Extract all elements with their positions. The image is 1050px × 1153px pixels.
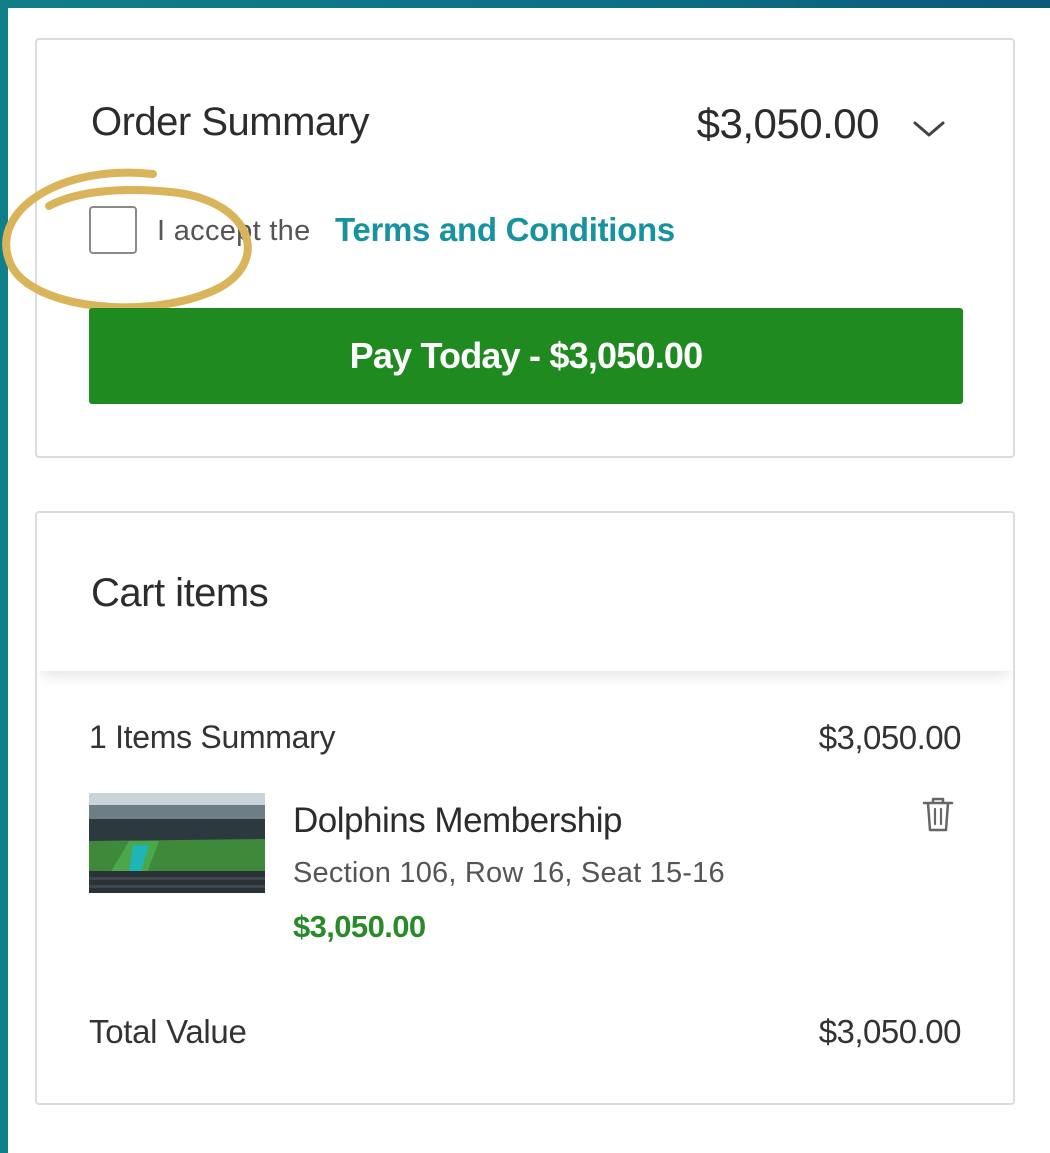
- cart-title: Cart items: [91, 571, 269, 615]
- items-summary-total: $3,050.00: [818, 719, 962, 756]
- order-summary-title: Order Summary: [91, 100, 370, 144]
- items-summary-label: 1 Items Summary: [89, 719, 336, 755]
- order-summary-total: $3,050.00: [696, 100, 880, 147]
- stadium-image: [89, 793, 265, 893]
- chevron-down-icon[interactable]: [909, 115, 949, 141]
- total-value-label: Total Value: [89, 1013, 247, 1050]
- terms-checkbox[interactable]: [89, 206, 137, 254]
- terms-and-conditions-link[interactable]: Terms and Conditions: [335, 211, 675, 249]
- cart-header: Cart items: [37, 513, 1013, 671]
- checkout-panel: Order Summary $3,050.00 I accept the Ter…: [2, 8, 1050, 1153]
- order-summary-card: Order Summary $3,050.00 I accept the Ter…: [2, 38, 1015, 458]
- item-name: Dolphins Membership: [293, 801, 622, 840]
- item-seat-info: Section 106, Row 16, Seat 15-16: [293, 857, 725, 889]
- total-value-amount: $3,050.00: [818, 1013, 962, 1050]
- cart-items-card: Cart items 1 Items Summary $3,050.00 Dol…: [35, 511, 1015, 1105]
- pay-today-button[interactable]: Pay Today - $3,050.00: [89, 308, 963, 404]
- accept-terms-label: I accept the: [157, 215, 311, 247]
- item-price: $3,050.00: [293, 909, 426, 944]
- trash-icon[interactable]: [921, 795, 955, 833]
